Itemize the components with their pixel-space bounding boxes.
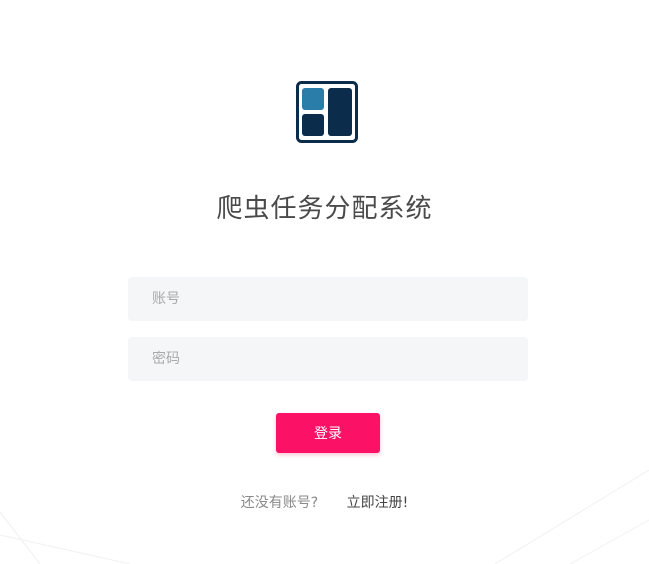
register-link[interactable]: 立即注册! [347, 495, 409, 511]
username-input[interactable] [128, 277, 528, 321]
app-logo-icon [296, 81, 358, 143]
no-account-text: 还没有账号? [240, 495, 319, 511]
page-title: 爬虫任务分配系统 [216, 194, 433, 224]
password-input[interactable] [128, 337, 528, 381]
register-prompt: 还没有账号? 立即注册! [0, 492, 649, 512]
login-button[interactable]: 登录 [276, 413, 380, 453]
